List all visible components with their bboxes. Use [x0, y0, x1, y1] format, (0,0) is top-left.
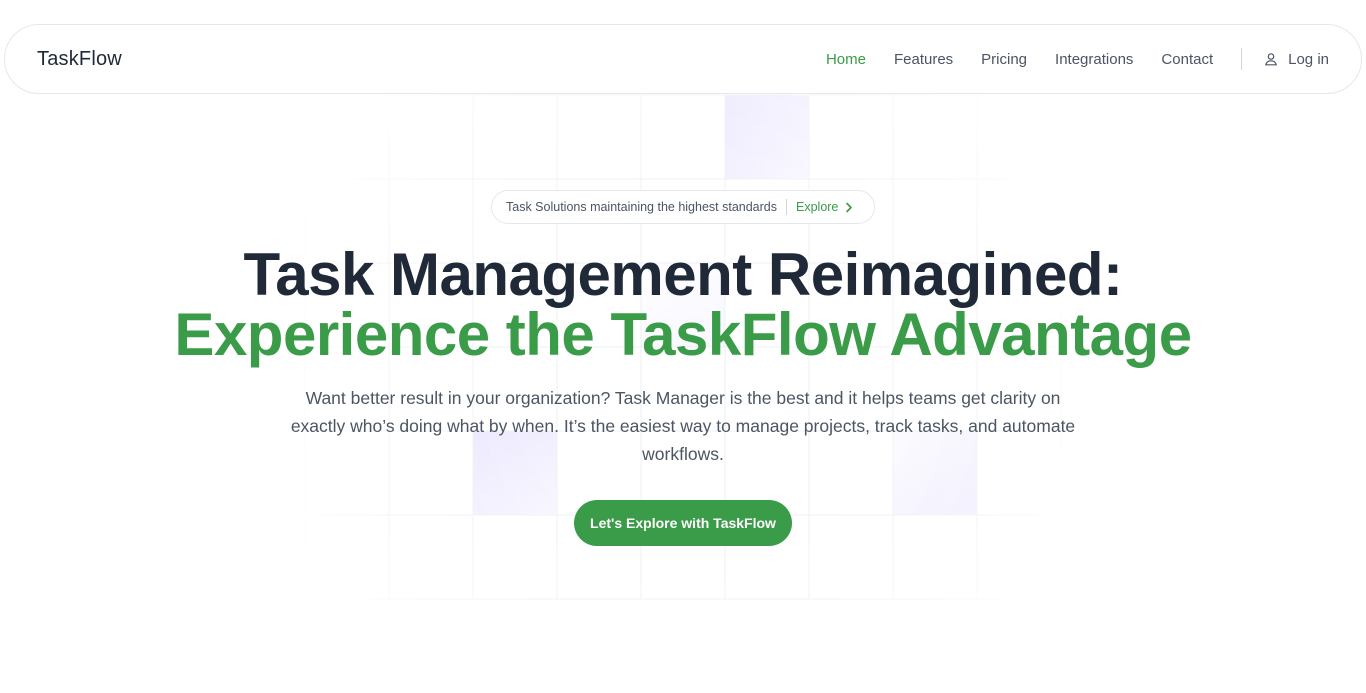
badge-text: Task Solutions maintaining the highest s… [506, 200, 777, 214]
badge-explore-link[interactable]: Explore [796, 200, 853, 214]
badge-divider [786, 199, 787, 215]
explore-cta-button[interactable]: Let's Explore with TaskFlow [574, 500, 792, 546]
nav-links: Home Features Pricing Integrations Conta… [798, 51, 1213, 68]
nav-link-contact[interactable]: Contact [1161, 51, 1213, 68]
hero-title-line2: Experience the TaskFlow Advantage [174, 301, 1192, 368]
login-button[interactable]: Log in [1264, 51, 1329, 68]
top-navbar: TaskFlow Home Features Pricing Integrati… [4, 24, 1362, 94]
nav-right: Home Features Pricing Integrations Conta… [798, 48, 1329, 70]
login-label: Log in [1288, 50, 1329, 68]
brand-logo[interactable]: TaskFlow [37, 48, 122, 71]
nav-link-integrations[interactable]: Integrations [1055, 51, 1133, 68]
nav-link-pricing[interactable]: Pricing [981, 51, 1027, 68]
user-icon [1265, 53, 1278, 66]
badge-explore-label: Explore [796, 200, 839, 214]
nav-link-home[interactable]: Home [826, 51, 866, 68]
nav-link-features[interactable]: Features [894, 51, 953, 68]
grid-highlight-cell [725, 95, 809, 179]
chevron-right-icon [846, 202, 853, 212]
nav-divider [1241, 48, 1243, 70]
hero-subtitle: Want better result in your organization?… [290, 388, 1076, 464]
hero-title-line1: Task Management Reimagined: [243, 241, 1123, 308]
announcement-badge: Task Solutions maintaining the highest s… [491, 190, 875, 224]
